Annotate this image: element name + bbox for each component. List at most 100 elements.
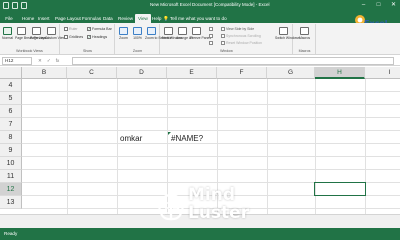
cancel-icon[interactable]: ✕ [38,57,42,65]
column-header-i[interactable]: I [365,67,400,79]
gridline [22,143,400,144]
gridline [22,117,400,118]
save-icon[interactable] [3,2,9,9]
ribbon-body: Normal Page Break Preview Page Layout Cu… [0,23,400,55]
macros-button[interactable]: Macros [298,27,311,46]
tab-review[interactable]: Review [118,14,133,23]
custom-views-button[interactable]: Custom Views [45,27,67,46]
name-box[interactable]: H12 [2,57,32,65]
gridline [267,79,268,214]
zoom-to-selection-button[interactable]: Zoom to Selection [145,27,172,46]
fx-icon[interactable]: fx [56,57,60,65]
row-header-8[interactable]: 8 [0,131,22,144]
row-header-5[interactable]: 5 [0,92,22,105]
zoom-100-icon [133,27,142,35]
column-header-g[interactable]: G [267,67,315,79]
gridlines-checkbox[interactable]: Gridlines [64,35,83,39]
switch-windows-button[interactable]: Switch Windows [275,27,300,46]
lightbulb-icon: 💡 [163,16,169,21]
column-header-b[interactable]: B [22,67,67,79]
ruler-checkbox[interactable]: Ruler [64,27,78,31]
reset-window-position-option[interactable]: Reset Window Position [221,41,262,45]
hide-icon [209,34,213,38]
gridline [22,156,400,157]
freeze-panes-button[interactable]: Freeze Panes [190,27,211,46]
minimize-icon[interactable]: – [360,1,367,10]
tab-help[interactable]: Help [152,14,161,23]
cell-d8[interactable]: omkar [120,134,142,143]
row-header-9[interactable]: 9 [0,144,22,157]
arrange-all-icon [178,27,187,35]
watermark-line2: Luster [188,203,250,223]
reset-position-icon [221,41,225,45]
show-group: Ruler ✓ Formula Bar Gridlines ✓ Headings… [61,24,115,54]
title-bar: New Microsoft Excel Document [Compatibil… [0,0,400,12]
macros-group: Macros Macros [294,24,316,54]
magnifier-icon [119,27,128,35]
tab-insert[interactable]: Insert [38,14,50,23]
page-break-icon [17,27,26,35]
quick-access-toolbar [3,2,27,9]
page-break-preview-button[interactable]: Page Break Preview [15,27,46,46]
gridline [117,79,118,214]
gridline [22,104,400,105]
zoom-button[interactable]: Zoom [117,27,130,46]
page-layout-view-button[interactable]: Page Layout [30,27,49,46]
arrange-all-button[interactable]: Arrange All [176,27,193,46]
tell-me-search[interactable]: 💡 Tell me what you want to do [163,14,227,23]
close-icon[interactable]: ✕ [390,1,397,10]
watermark-line1: Mind [188,185,236,205]
zoom-selection-icon [147,27,156,35]
unhide-option[interactable] [209,41,213,45]
tell-me-label: Tell me what you want to do [169,16,227,21]
row-header-6[interactable]: 6 [0,105,22,118]
row-header-12[interactable]: 12 [0,183,22,196]
row-header-7[interactable]: 7 [0,118,22,131]
synchronous-scrolling-option[interactable]: Synchronous Scrolling [221,34,261,38]
new-window-icon [164,27,173,35]
row-header-4[interactable]: 4 [0,79,22,92]
normal-view-button[interactable]: Normal [1,27,14,46]
tab-home[interactable]: Home [22,14,34,23]
normal-view-icon [3,27,12,35]
brain-logo-icon [158,193,184,221]
cell-e8[interactable]: #NAME? [171,134,203,143]
tab-data[interactable]: Data [103,14,113,23]
window-group: New Window Arrange All Freeze Panes View… [161,24,300,54]
column-header-e[interactable]: E [167,67,217,79]
checkbox-icon [64,35,68,39]
select-all-corner[interactable] [0,67,22,79]
tab-file[interactable]: File [3,14,15,23]
formula-bar-checkbox[interactable]: ✓ Formula Bar [87,27,112,31]
column-header-d[interactable]: D [117,67,167,79]
active-cell-h12[interactable] [314,182,366,196]
maximize-icon[interactable]: □ [375,1,382,10]
switch-windows-icon [278,27,288,35]
row-header-11[interactable]: 11 [0,170,22,183]
split-icon [209,27,213,31]
view-side-by-side-option[interactable]: View Side by Side [221,27,254,31]
status-ready: Ready [4,231,18,236]
tab-page-layout[interactable]: Page Layout [55,14,81,23]
tab-formulas[interactable]: Formulas [82,14,101,23]
tab-view[interactable]: View [135,14,151,23]
row-header-13[interactable]: 13 [0,196,22,209]
undo-icon[interactable] [12,2,18,9]
page-layout-icon [32,27,41,35]
column-header-h[interactable]: H [315,67,365,79]
window-controls: – □ ✕ [360,1,397,10]
column-header-f[interactable]: F [217,67,267,79]
headings-checkbox[interactable]: ✓ Headings [87,35,107,39]
new-window-button[interactable]: New Window [162,27,182,46]
enter-icon[interactable]: ✓ [47,57,51,65]
gridline [22,130,400,131]
redo-icon[interactable] [21,2,27,9]
hide-option[interactable] [209,34,213,38]
zoom-100-button[interactable]: 100% [131,27,144,46]
split-option[interactable] [209,27,213,31]
formula-input[interactable] [72,57,394,65]
zoom-group: Zoom 100% Zoom to Selection Zoom [116,24,172,54]
checkbox-icon [64,27,68,31]
row-header-10[interactable]: 10 [0,157,22,170]
column-header-c[interactable]: C [67,67,117,79]
